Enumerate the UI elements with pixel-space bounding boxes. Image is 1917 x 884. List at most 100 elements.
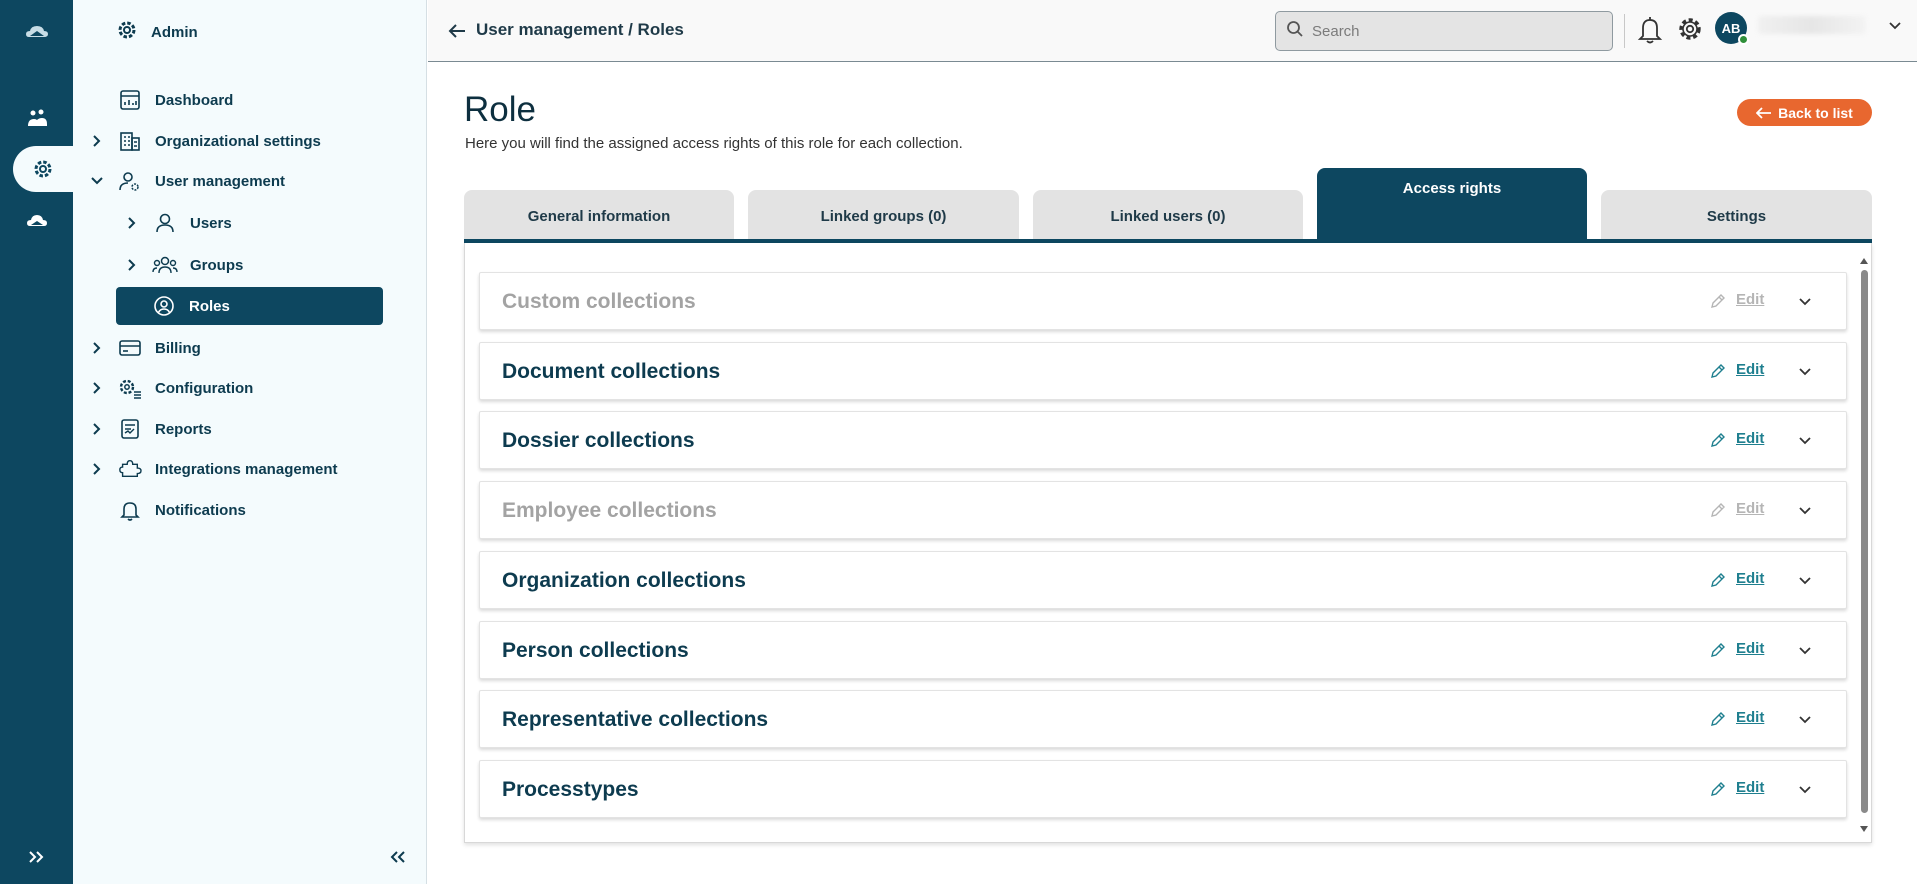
chevron-down-icon[interactable] <box>1798 503 1812 521</box>
vertical-scrollbar[interactable] <box>1859 251 1869 837</box>
sidebar-item-roles[interactable]: Roles <box>116 287 383 325</box>
pencil-icon <box>1710 572 1726 593</box>
collection-row-processtypes[interactable]: Processtypes Edit <box>479 760 1847 818</box>
back-to-list-button[interactable]: Back to list <box>1737 99 1872 126</box>
edit-link[interactable]: Edit <box>1736 430 1764 447</box>
search-input[interactable] <box>1312 22 1592 40</box>
people-cloud-icon[interactable] <box>0 96 73 142</box>
sidebar-item-notifications[interactable]: Notifications <box>117 492 246 528</box>
collection-row-representative[interactable]: Representative collections Edit <box>479 690 1847 748</box>
sidebar-item-dashboard[interactable]: Dashboard <box>117 82 233 118</box>
back-to-list-label: Back to list <box>1778 104 1853 121</box>
chevron-right-icon[interactable] <box>122 216 142 230</box>
edit-link[interactable]: Edit <box>1736 709 1764 726</box>
sidebar-item-label: Dashboard <box>155 91 234 109</box>
cloud-icon[interactable] <box>0 198 73 244</box>
edit-link[interactable]: Edit <box>1736 291 1764 308</box>
search-box[interactable] <box>1275 11 1613 51</box>
tab-linked-groups[interactable]: Linked groups (0) <box>748 190 1019 242</box>
collection-name: Custom collections <box>502 290 696 313</box>
reports-icon <box>117 416 143 442</box>
sidebar-item-configuration[interactable]: Configuration <box>87 370 253 406</box>
access-rights-panel: Custom collections Edit Document collect… <box>464 243 1872 843</box>
tab-label: Settings <box>1706 207 1767 225</box>
edit-link[interactable]: Edit <box>1736 779 1764 796</box>
chevron-right-icon[interactable] <box>87 381 107 395</box>
chevron-down-icon[interactable] <box>1798 294 1812 312</box>
admin-sidebar: Admin Dashboard Organizational settings … <box>73 0 427 884</box>
dashboard-icon <box>117 87 143 113</box>
pencil-icon <box>1710 432 1726 453</box>
collection-row-employee[interactable]: Employee collections Edit <box>479 481 1847 539</box>
page-subtitle: Here you will find the assigned access r… <box>465 135 963 152</box>
avatar[interactable]: AB <box>1715 12 1749 45</box>
avatar-initials: AB <box>1721 20 1741 36</box>
collection-row-document[interactable]: Document collections Edit <box>479 342 1847 400</box>
chevron-right-icon[interactable] <box>87 134 107 148</box>
chevron-right-icon[interactable] <box>87 462 107 476</box>
sidebar-item-label: Users <box>190 214 232 232</box>
building-icon <box>117 128 143 154</box>
user-gear-icon <box>117 168 143 194</box>
gear-icon[interactable] <box>13 146 73 192</box>
sidebar-item-reports[interactable]: Reports <box>87 411 212 447</box>
tab-general-information[interactable]: General information <box>464 190 734 242</box>
sidebar-item-label: Roles <box>189 297 230 315</box>
sidebar-item-groups[interactable]: Groups <box>122 247 243 283</box>
sidebar-item-label: Integrations management <box>155 460 338 478</box>
billing-card-icon <box>117 335 143 361</box>
sidebar-item-label: Reports <box>155 420 212 438</box>
gear-icon[interactable] <box>1675 14 1705 49</box>
user-name-redacted[interactable] <box>1758 16 1866 34</box>
edit-link[interactable]: Edit <box>1736 361 1764 378</box>
collapse-sidebar-icon[interactable] <box>382 842 412 872</box>
tab-settings[interactable]: Settings <box>1601 190 1872 242</box>
scroll-up-arrow-icon[interactable] <box>1860 251 1868 269</box>
chevron-down-icon[interactable] <box>1798 782 1812 800</box>
cloud-logo-icon[interactable] <box>0 14 73 50</box>
puzzle-icon <box>117 456 143 482</box>
expand-double-chevron-icon[interactable] <box>0 842 73 872</box>
chevron-down-icon[interactable] <box>1798 433 1812 451</box>
gear-icon <box>115 18 139 46</box>
chevron-right-icon[interactable] <box>87 422 107 436</box>
top-bar: User management / Roles AB <box>428 0 1917 62</box>
chevron-down-icon[interactable] <box>1798 573 1812 591</box>
chevron-down-icon[interactable] <box>1798 712 1812 730</box>
edit-link[interactable]: Edit <box>1736 500 1764 517</box>
collection-name: Person collections <box>502 639 689 662</box>
chevron-down-icon[interactable] <box>1798 364 1812 382</box>
collection-row-person[interactable]: Person collections Edit <box>479 621 1847 679</box>
scroll-down-arrow-icon[interactable] <box>1860 819 1868 837</box>
sidebar-item-label: Billing <box>155 339 201 357</box>
collection-row-dossier[interactable]: Dossier collections Edit <box>479 411 1847 469</box>
tab-label: Linked users (0) <box>1110 207 1226 225</box>
bell-icon[interactable] <box>1637 15 1663 50</box>
sidebar-item-integrations-management[interactable]: Integrations management <box>87 451 338 487</box>
tab-linked-users[interactable]: Linked users (0) <box>1033 190 1303 242</box>
chevron-down-icon[interactable] <box>1888 18 1902 36</box>
sidebar-item-user-management[interactable]: User management <box>87 163 285 199</box>
tab-bar: General information Linked groups (0) Li… <box>464 168 1872 242</box>
sidebar-item-organizational-settings[interactable]: Organizational settings <box>87 123 321 159</box>
chevron-right-icon[interactable] <box>87 341 107 355</box>
edit-link[interactable]: Edit <box>1736 570 1764 587</box>
online-status-icon <box>1738 34 1749 45</box>
collection-name: Dossier collections <box>502 429 695 452</box>
pencil-icon <box>1710 642 1726 663</box>
pencil-icon <box>1710 781 1726 802</box>
chevron-down-icon[interactable] <box>87 176 107 186</box>
sidebar-item-label: Organizational settings <box>155 132 321 150</box>
configuration-icon <box>117 375 143 401</box>
back-arrow-icon[interactable] <box>446 20 468 42</box>
chevron-down-icon[interactable] <box>1798 643 1812 661</box>
sidebar-item-users[interactable]: Users <box>122 205 232 241</box>
tab-access-rights[interactable]: Access rights <box>1317 168 1587 242</box>
edit-link[interactable]: Edit <box>1736 640 1764 657</box>
collection-row-organization[interactable]: Organization collections Edit <box>479 551 1847 609</box>
collection-name: Organization collections <box>502 569 746 592</box>
scrollbar-thumb[interactable] <box>1861 270 1868 813</box>
collection-row-custom[interactable]: Custom collections Edit <box>479 272 1847 330</box>
chevron-right-icon[interactable] <box>122 258 142 272</box>
sidebar-item-billing[interactable]: Billing <box>87 330 201 366</box>
